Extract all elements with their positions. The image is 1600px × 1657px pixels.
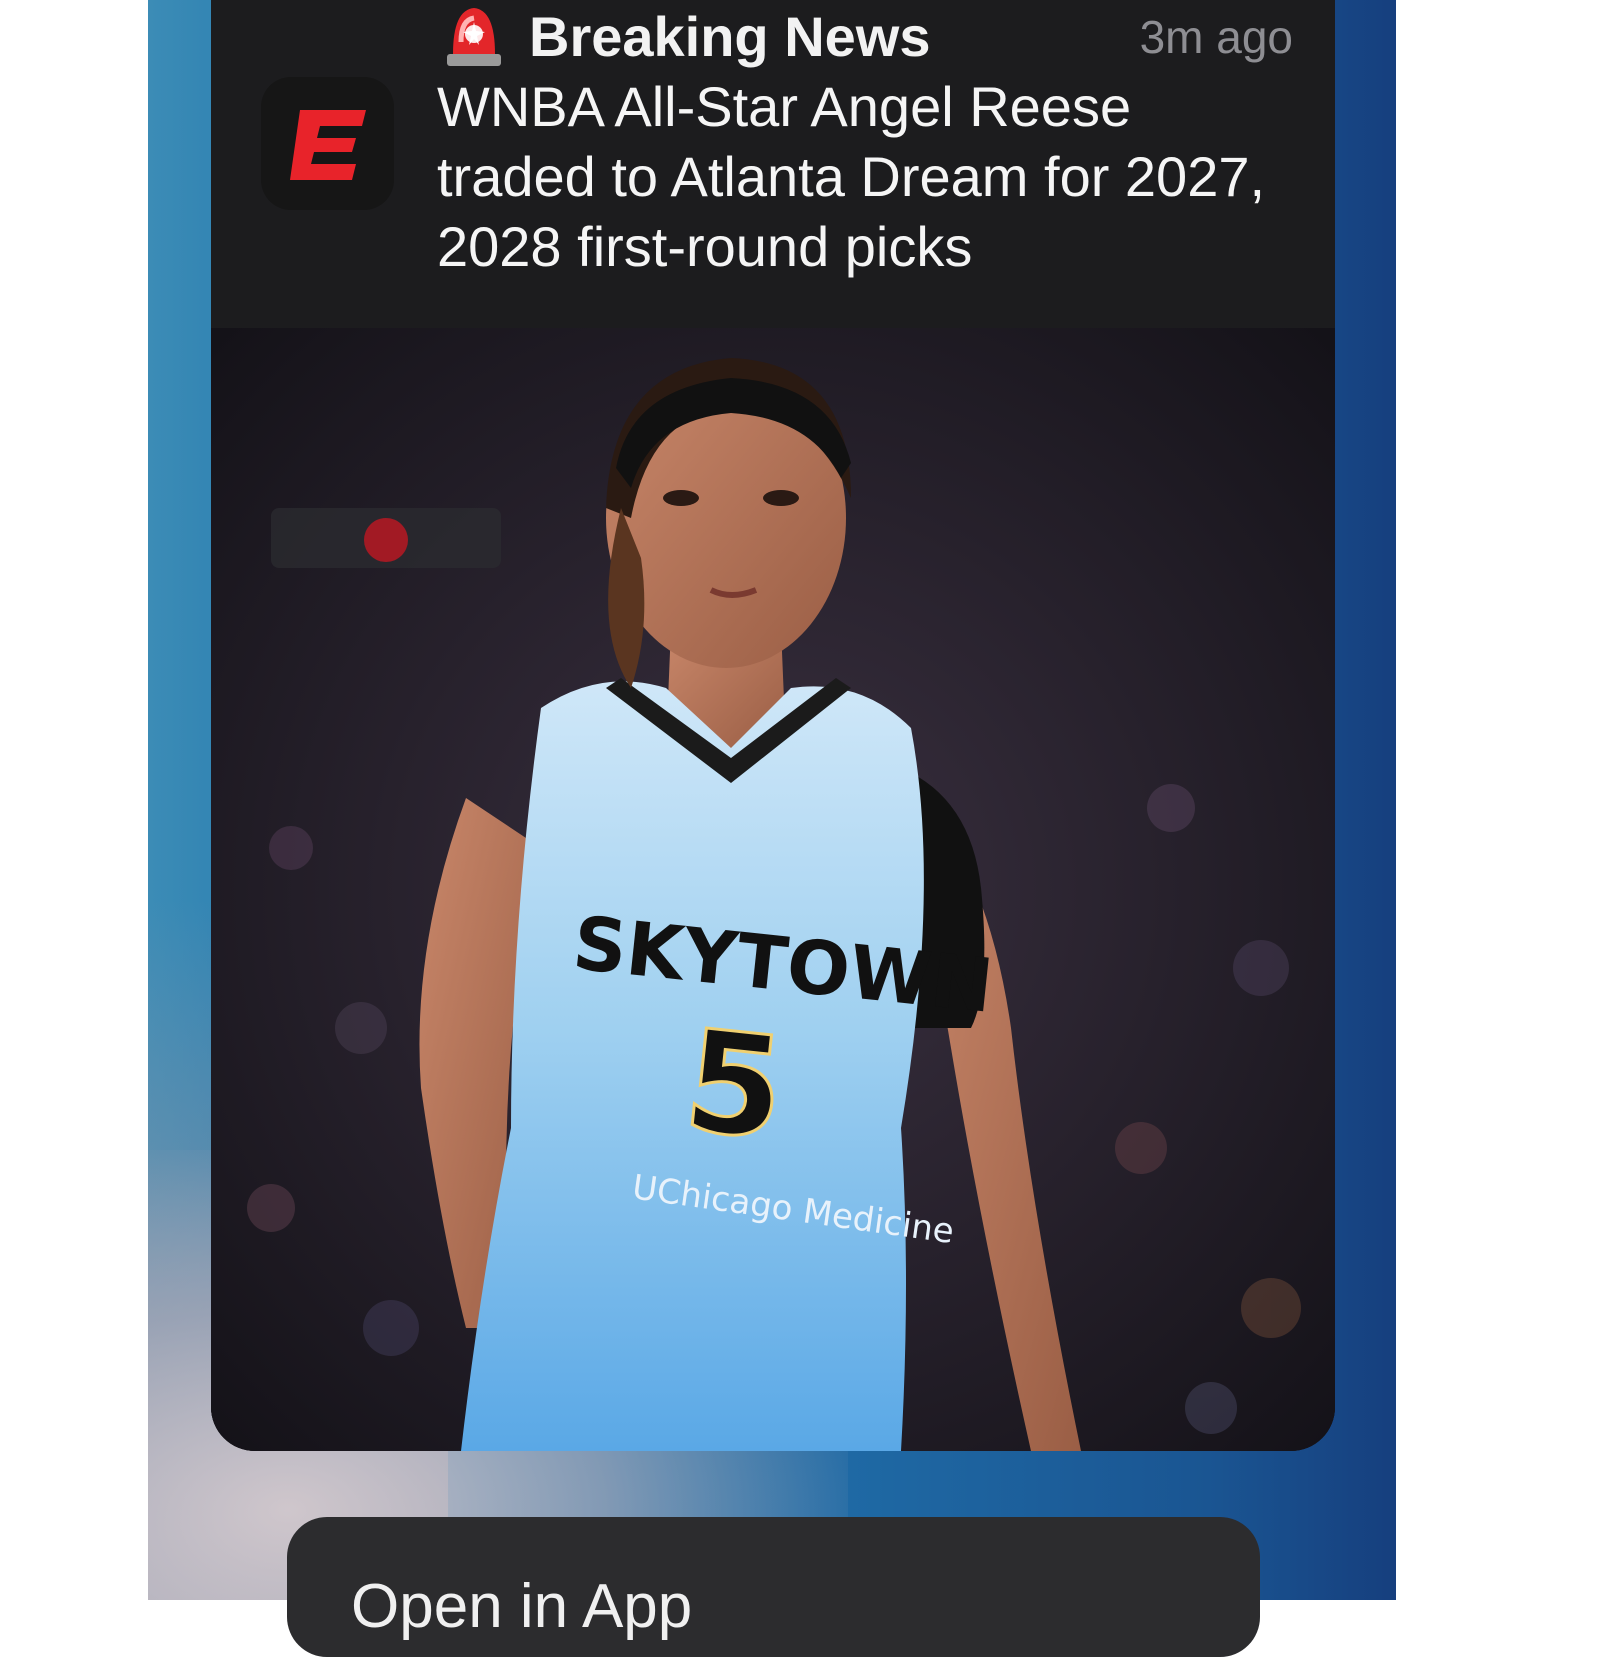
espn-e-logo-icon bbox=[289, 109, 366, 180]
jersey-number: 5 bbox=[677, 1000, 791, 1172]
open-in-app-label: Open in App bbox=[351, 1572, 693, 1641]
notification-headline: WNBA All-Star Angel Reese traded to Atla… bbox=[437, 75, 1266, 278]
espn-app-icon bbox=[261, 77, 394, 210]
notification-card[interactable]: Breaking News 3m ago WNBA All-Star Angel… bbox=[211, 0, 1335, 1451]
siren-icon bbox=[443, 2, 505, 68]
basketball-player-photo: SKYTOWN 5 UChicago Medicine bbox=[211, 328, 1335, 1451]
notification-category: Breaking News bbox=[529, 5, 931, 68]
notification-timestamp: 3m ago bbox=[1139, 11, 1293, 63]
notification-header: Breaking News 3m ago bbox=[443, 0, 1293, 72]
open-in-app-button[interactable]: Open in App bbox=[287, 1517, 1260, 1657]
player-photo[interactable]: SKYTOWN 5 UChicago Medicine bbox=[211, 328, 1335, 1451]
